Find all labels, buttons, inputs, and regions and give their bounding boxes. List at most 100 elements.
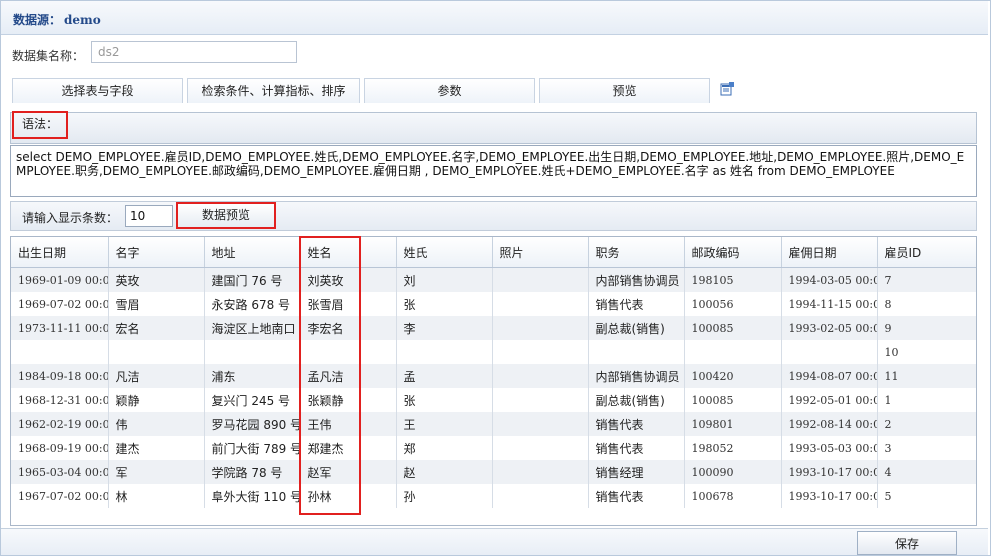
column-header[interactable]: 邮政编码 <box>684 237 782 268</box>
footer-bar <box>1 528 988 555</box>
column-header[interactable]: 出生日期 <box>11 237 109 268</box>
data-preview-button[interactable]: 数据预览 <box>176 202 276 229</box>
table-cell: 李 <box>396 316 493 340</box>
table-cell: 1968-12-31 00:00 <box>11 388 109 412</box>
table-cell: 赵 <box>396 460 493 484</box>
datasource-title: 数据源： demo <box>13 11 101 28</box>
table-cell: 复兴门 245 号 <box>204 388 301 412</box>
table-cell <box>492 340 589 364</box>
table-cell: 8 <box>877 292 976 316</box>
table-cell <box>781 340 878 364</box>
table-cell <box>492 436 589 460</box>
column-header[interactable]: 职务 <box>588 237 685 268</box>
table-cell <box>492 484 589 508</box>
table-cell: 郑建杰 <box>300 436 397 460</box>
table-cell: 1 <box>877 388 976 412</box>
column-header[interactable]: 雇员ID <box>877 237 976 268</box>
table-cell <box>492 316 589 340</box>
table-cell: 1973-11-11 00:00 <box>11 316 109 340</box>
table-row[interactable]: 1968-09-19 00:00 建杰 前门大街 789 号郑建杰郑 销售代表 1980… <box>11 436 976 460</box>
tab-conditions[interactable]: 检索条件、计算指标、排序 <box>187 78 360 103</box>
table-cell: 阜外大街 110 号 <box>204 484 301 508</box>
table-cell: 伟 <box>108 412 205 436</box>
column-header[interactable]: 名字 <box>108 237 205 268</box>
datasource-value: demo <box>64 13 101 27</box>
table-cell: 1993-10-17 00:00 <box>781 484 878 508</box>
table-cell: 刘英玫 <box>300 267 397 292</box>
table-cell: 张 <box>396 388 493 412</box>
table-cell <box>492 412 589 436</box>
table-cell: 宏名 <box>108 316 205 340</box>
table-cell: 永安路 678 号 <box>204 292 301 316</box>
dataset-name-input[interactable] <box>91 41 297 63</box>
table-cell: 1994-11-15 00:00 <box>781 292 878 316</box>
table-cell: 孙林 <box>300 484 397 508</box>
table-cell <box>11 340 109 364</box>
tab-preview[interactable]: 预览 <box>539 78 710 103</box>
table-cell <box>684 340 782 364</box>
table-cell: 7 <box>877 267 976 292</box>
column-header[interactable]: 雇佣日期 <box>781 237 878 268</box>
table-cell: 销售代表 <box>588 436 685 460</box>
sql-text[interactable]: select DEMO_EMPLOYEE.雇员ID,DEMO_EMPLOYEE.… <box>10 145 977 197</box>
table-row[interactable]: 1967-07-02 00:00 林阜外大街 110 号孙林孙 销售代表 100678… <box>11 484 976 508</box>
table-cell: 9 <box>877 316 976 340</box>
table-cell: 1967-07-02 00:00 <box>11 484 109 508</box>
table-cell: 销售经理 <box>588 460 685 484</box>
table-cell: 王 <box>396 412 493 436</box>
table-cell: 1993-10-17 00:00 <box>781 460 878 484</box>
column-header[interactable]: 地址 <box>204 237 301 268</box>
table-cell: 销售代表 <box>588 412 685 436</box>
table-row[interactable]: 10 <box>11 340 976 364</box>
table-cell: 100056 <box>684 292 782 316</box>
table-cell <box>396 340 493 364</box>
table-cell: 赵军 <box>300 460 397 484</box>
table-row[interactable]: 1984-09-18 00:00 凡洁 浦东 孟凡洁孟 内部销售协调员 100420 199… <box>11 364 976 388</box>
save-button[interactable]: 保存 <box>857 531 957 555</box>
table-cell: 内部销售协调员 <box>588 267 685 292</box>
table-cell: 1968-09-19 00:00 <box>11 436 109 460</box>
table-cell: 雪眉 <box>108 292 205 316</box>
table-cell: 孟 <box>396 364 493 388</box>
datasource-header: 数据源： demo <box>1 1 988 35</box>
table-cell <box>588 340 685 364</box>
syntax-label: 语法： <box>12 111 68 139</box>
table-cell <box>492 292 589 316</box>
table-cell: 副总裁(销售) <box>588 388 685 412</box>
table-row[interactable]: 1962-02-19 00:00 伟罗马花园 890 号王伟王 销售代表 109801… <box>11 412 976 436</box>
table-cell: 100085 <box>684 388 782 412</box>
tab-params[interactable]: 参数 <box>364 78 535 103</box>
table-cell: 罗马花园 890 号 <box>204 412 301 436</box>
table-cell: 1965-03-04 00:00 <box>11 460 109 484</box>
column-header[interactable]: 姓名 <box>300 237 397 268</box>
table-cell: 建杰 <box>108 436 205 460</box>
table-cell: 张颖静 <box>300 388 397 412</box>
sql-edit-icon[interactable] <box>720 82 734 96</box>
table-cell: 100085 <box>684 316 782 340</box>
table-cell: 王伟 <box>300 412 397 436</box>
table-cell <box>108 340 205 364</box>
table-row[interactable]: 1973-11-11 00:00 宏名 海淀区上地南口 李宏名李 副总裁(销售) 1000… <box>11 316 976 340</box>
table-cell: 109801 <box>684 412 782 436</box>
column-header[interactable]: 照片 <box>492 237 589 268</box>
result-table: 出生日期 名字 地址 姓名 姓氏 照片 职务 邮政编码 雇佣日期 雇员ID 1969-01-09 … <box>11 237 976 508</box>
table-row[interactable]: 1968-12-31 00:00 颖静 复兴门 245 号张颖静张 副总裁(销售) 10… <box>11 388 976 412</box>
table-cell: 刘 <box>396 267 493 292</box>
table-cell <box>492 388 589 412</box>
dataset-name-label: 数据集名称： <box>12 49 85 63</box>
table-row[interactable]: 1969-01-09 00:00 英玫 建国门 76 号刘英玫刘 内部销售协调员 198… <box>11 267 976 292</box>
column-header[interactable]: 姓氏 <box>396 237 493 268</box>
table-cell: 浦东 <box>204 364 301 388</box>
table-cell: 颖静 <box>108 388 205 412</box>
table-row[interactable]: 1965-03-04 00:00 军学院路 78 号赵军赵 销售经理 100090 19… <box>11 460 976 484</box>
table-cell <box>204 340 301 364</box>
table-cell: 1993-05-03 00:00 <box>781 436 878 460</box>
table-row[interactable]: 1969-07-02 00:00 雪眉 永安路 678 号张雪眉张 销售代表 10005… <box>11 292 976 316</box>
table-cell <box>492 267 589 292</box>
table-cell: 学院路 78 号 <box>204 460 301 484</box>
table-cell: 1969-01-09 00:00 <box>11 267 109 292</box>
tab-select-tables[interactable]: 选择表与字段 <box>12 78 183 103</box>
table-cell: 11 <box>877 364 976 388</box>
row-count-input[interactable] <box>125 205 173 227</box>
table-cell <box>492 364 589 388</box>
